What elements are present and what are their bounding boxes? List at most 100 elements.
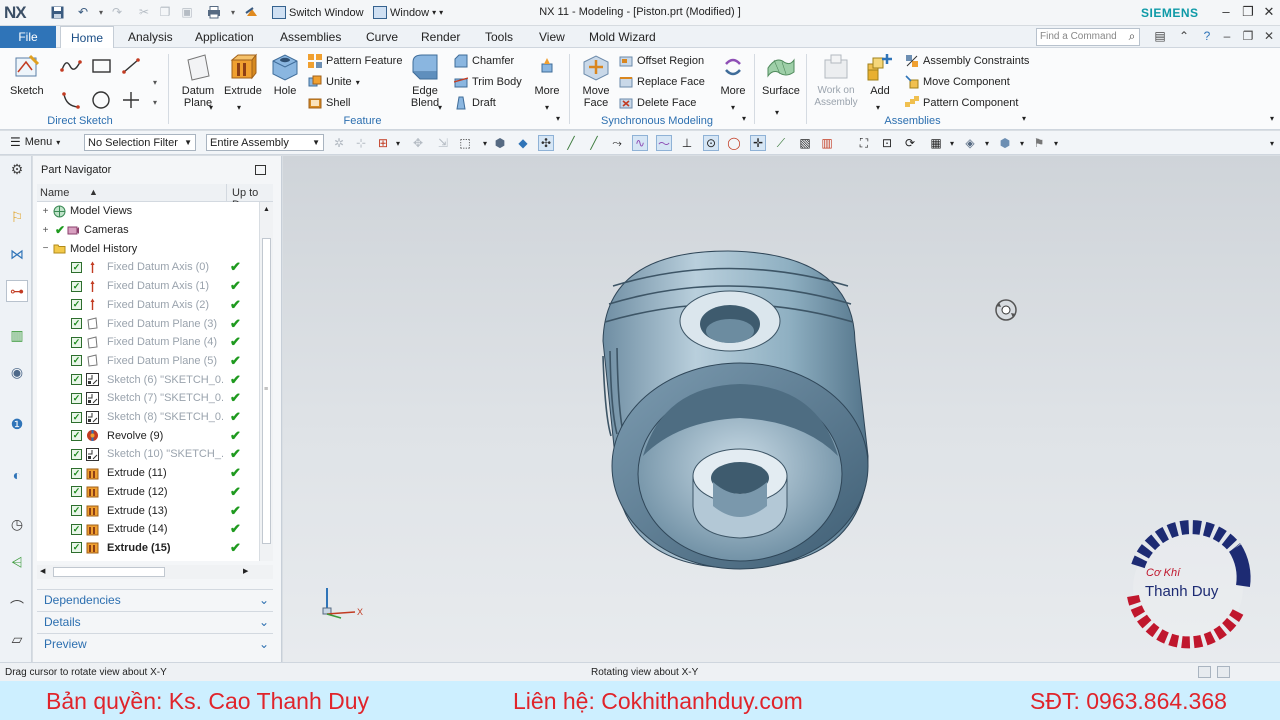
unite-button[interactable]: Unite ▾ xyxy=(308,73,402,91)
part-navigator-icon[interactable]: ⊶ xyxy=(6,280,28,302)
select-solids-icon[interactable]: ◆ xyxy=(515,135,531,151)
tree-row[interactable]: ✓ Extrude (14) ✔ xyxy=(37,520,259,539)
tree-row[interactable]: ✓ Fixed Datum Plane (5) ✔ xyxy=(37,352,259,371)
arc-center-snap-icon[interactable]: ⊙ xyxy=(703,135,719,151)
rectangle-select-icon[interactable]: ⬚ xyxy=(457,135,473,151)
system-scene-icon[interactable]: ▱ xyxy=(6,628,28,650)
point-on-face-snap-icon[interactable]: ▧ xyxy=(797,135,813,151)
restore-icon[interactable]: ❐ xyxy=(1240,4,1256,20)
process-studio-icon[interactable]: ⩤ xyxy=(6,551,28,573)
resource-window-icon[interactable]: ▤ xyxy=(1152,29,1168,45)
column-header-name[interactable]: Name xyxy=(40,187,69,199)
feature-checkbox[interactable]: ✓ xyxy=(71,299,82,311)
snap-point-icon[interactable]: ⊞ xyxy=(375,135,391,151)
expand-icon[interactable]: + xyxy=(41,225,50,236)
maximize-icon[interactable] xyxy=(255,165,266,175)
shell-button[interactable]: Shell xyxy=(308,94,402,112)
edit-section-icon[interactable]: ⚑ xyxy=(1031,135,1047,151)
feature-checkbox[interactable]: ✓ xyxy=(71,542,82,554)
history-icon[interactable]: ◷ xyxy=(6,513,28,535)
doc-restore-icon[interactable]: ❐ xyxy=(1240,29,1256,45)
tab-curve[interactable]: Curve xyxy=(366,26,398,48)
existing-point-snap-icon[interactable]: ✛ xyxy=(750,135,766,151)
minimize-icon[interactable]: – xyxy=(1218,4,1234,20)
edge-blend-dropdown-icon[interactable]: ▾ xyxy=(438,103,442,112)
tangent-snap-icon[interactable]: ⊥ xyxy=(679,135,695,151)
sketch-gallery-expand-icon[interactable]: ▾ xyxy=(153,98,157,107)
tab-analysis[interactable]: Analysis xyxy=(128,26,173,48)
mid-point-snap-icon[interactable]: ╱ xyxy=(586,135,602,151)
datum-plane-dropdown-icon[interactable]: ▾ xyxy=(209,103,213,112)
tree-row[interactable]: ✓ Revolve (9) ✔ xyxy=(37,426,259,445)
sync-more-dropdown-icon[interactable]: ▾ xyxy=(731,103,735,112)
offset-region-button[interactable]: Offset Region xyxy=(619,52,705,70)
rectangle-select-dropdown-icon[interactable]: ▾ xyxy=(477,135,493,151)
replace-face-button[interactable]: Replace Face xyxy=(619,73,705,91)
rendering-style-icon[interactable]: ◈ xyxy=(962,135,978,151)
hd3d-tools-icon[interactable]: ❶ xyxy=(6,413,28,435)
toolbar-options-icon[interactable]: ▾ xyxy=(1264,135,1280,151)
feature-checkbox[interactable]: ✓ xyxy=(71,523,82,535)
details-panel[interactable]: Details ⌄ xyxy=(37,611,273,632)
tree-row[interactable]: ✓ Fixed Datum Axis (2) ✔ xyxy=(37,296,259,315)
show-hide-icon[interactable]: ✥ xyxy=(410,135,426,151)
graphics-window[interactable]: X Cơ Khí Thanh Duy xyxy=(283,156,1280,662)
search-icon[interactable]: ⌕ xyxy=(1124,29,1140,45)
quadrant-snap-icon[interactable]: ◯ xyxy=(726,135,742,151)
feature-checkbox[interactable]: ✓ xyxy=(71,486,82,498)
reuse-library-icon[interactable]: ▥ xyxy=(6,324,28,346)
rotate-icon[interactable]: ⟳ xyxy=(902,135,918,151)
curve-point-snap-icon[interactable]: 〜 xyxy=(656,135,672,151)
add-component-button[interactable]: Add xyxy=(865,52,895,97)
tree-horizontal-scrollbar[interactable]: ◀ ▶ xyxy=(37,565,273,579)
sketch-more-dropdown-icon[interactable]: ▾ xyxy=(153,78,157,87)
add-dropdown-icon[interactable]: ▾ xyxy=(876,103,880,112)
point-on-curve-snap-icon[interactable]: ⟋ xyxy=(773,135,789,151)
ribbon-options-icon[interactable]: ▾ xyxy=(1270,114,1274,123)
piston-model[interactable]: X Cơ Khí Thanh Duy xyxy=(283,156,1280,662)
doc-minimize-icon[interactable]: – xyxy=(1219,29,1235,45)
tab-assemblies[interactable]: Assemblies xyxy=(280,26,341,48)
line-icon[interactable] xyxy=(120,56,144,76)
quick-pick-icon[interactable]: ⊹ xyxy=(353,135,369,151)
expand-icon[interactable]: + xyxy=(41,206,50,217)
unite-dropdown-icon[interactable]: ▾ xyxy=(356,78,360,87)
intersection-snap-icon[interactable]: ∿ xyxy=(632,135,648,151)
scroll-up-icon[interactable]: ▲ xyxy=(263,206,270,213)
extrude-button[interactable]: Extrude xyxy=(224,52,262,97)
assemblies-group-expand-icon[interactable]: ▾ xyxy=(1022,114,1026,123)
rendering-style-dropdown-icon[interactable]: ▾ xyxy=(979,135,995,151)
profile-icon[interactable] xyxy=(60,56,84,76)
tree-row[interactable]: ✓ Extrude (13) ✔ xyxy=(37,501,259,520)
select-all-icon[interactable]: ⬢ xyxy=(492,135,508,151)
edge-blend-button[interactable]: Edge Blend xyxy=(408,52,442,109)
sync-group-expand-icon[interactable]: ▾ xyxy=(742,114,746,123)
menu-button[interactable]: ☰ Menu ▾ xyxy=(10,135,60,149)
trim-body-button[interactable]: Trim Body xyxy=(454,73,522,91)
resource-bar-settings-icon[interactable]: ⚙ xyxy=(6,158,28,180)
tree-row[interactable]: ✓ Sketch (7) "SKETCH_0... ✔ xyxy=(37,389,259,408)
pattern-feature-button[interactable]: Pattern Feature xyxy=(308,52,402,70)
zoom-icon[interactable]: ⊡ xyxy=(879,135,895,151)
visible-check-icon[interactable]: ✔ xyxy=(55,223,65,237)
tree-row[interactable]: ✓ Fixed Datum Plane (4) ✔ xyxy=(37,333,259,352)
help-icon[interactable]: ? xyxy=(1199,29,1215,45)
assembly-constraints-button[interactable]: Assembly Constraints xyxy=(905,52,1029,70)
scroll-left-icon[interactable]: ◀ xyxy=(40,567,45,575)
feature-checkbox[interactable]: ✓ xyxy=(71,318,82,330)
selection-scope-select[interactable]: Entire Assembly ▼ xyxy=(206,134,324,151)
orient-view-icon[interactable]: ▦ xyxy=(928,135,944,151)
surface-button[interactable]: Surface xyxy=(762,52,800,97)
edit-section-dropdown-icon[interactable]: ▾ xyxy=(1048,135,1064,151)
feature-more-button[interactable]: More xyxy=(532,52,562,97)
pattern-component-button[interactable]: Pattern Component xyxy=(905,94,1029,112)
tab-view[interactable]: View xyxy=(539,26,565,48)
feature-checkbox[interactable]: ✓ xyxy=(71,467,82,479)
feature-checkbox[interactable]: ✓ xyxy=(71,280,82,292)
work-layer-dropdown-icon[interactable]: ▾ xyxy=(1014,135,1030,151)
tree-row[interactable]: + ✔ Cameras xyxy=(37,221,259,240)
feature-group-expand-icon[interactable]: ▾ xyxy=(556,114,560,123)
surface-dropdown-icon[interactable]: ▾ xyxy=(775,108,779,117)
feature-checkbox[interactable]: ✓ xyxy=(71,448,82,460)
datum-plane-button[interactable]: Datum Plane xyxy=(180,52,216,109)
